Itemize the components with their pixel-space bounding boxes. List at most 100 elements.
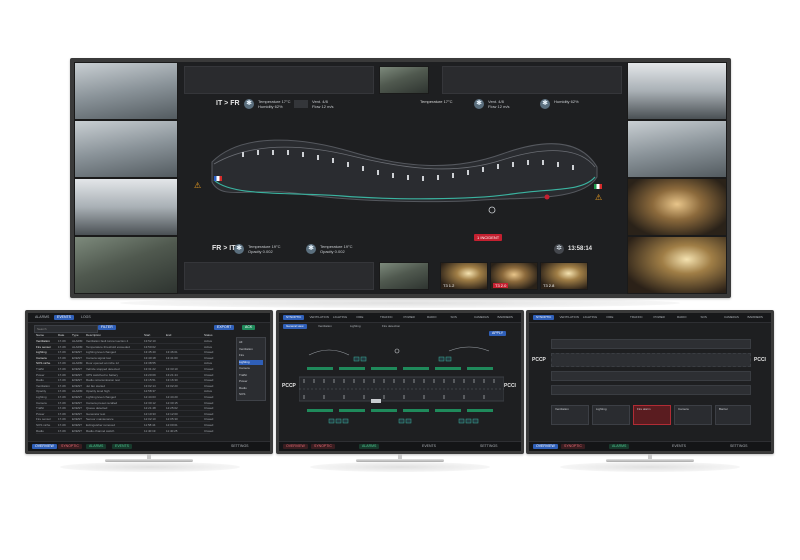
tab-fire[interactable]: FIRE [354,315,367,320]
tab-synoptic[interactable]: SYNOPTIC [283,315,305,320]
bottom-button-alarms[interactable]: ALARMS [86,444,107,449]
dropdown-item[interactable]: Fire [239,353,263,358]
tab-sos[interactable]: SOS [448,315,460,320]
camera-feed[interactable] [379,66,429,94]
table-row[interactable]: Traffic 17-09 EVENT Vehicle stopped detecte… [36,367,213,372]
column-header[interactable]: Name [36,333,44,337]
sub-tab[interactable]: Fire detection [379,324,403,329]
sub-tab[interactable]: Ventilation [315,324,335,329]
bottom-button-settings[interactable]: SETTINGS [477,444,501,449]
dropdown-item[interactable]: All [239,340,263,345]
table-row[interactable]: SOS niche 17-09 ALARM Door opened at niche … [36,361,212,367]
camera-feed[interactable] [627,236,727,294]
tunnel-lane[interactable] [551,339,751,349]
table-row[interactable]: Radio 17-09 EVENT Radio channel switch 11:40… [36,429,213,434]
table-row[interactable]: Camera 17-09 EVENT Camera signal lost 13:40:… [36,356,213,361]
bottom-button-settings[interactable]: SETTINGS [727,444,751,449]
equipment-synoptic[interactable] [299,337,504,437]
camera-feed[interactable] [74,62,178,120]
dropdown-item[interactable]: Lighting [239,359,263,365]
tab-power[interactable]: POWER [651,315,668,320]
column-header[interactable]: Description [86,333,101,337]
tunnel-synoptic[interactable] [182,122,622,232]
bottom-button-synoptic[interactable]: SYNOPTIC [561,444,585,449]
tunnel-lane[interactable] [551,371,751,381]
tab-ventilation[interactable]: VENTILATION [307,315,332,320]
camera-feed[interactable] [627,120,727,178]
table-row[interactable]: Fire sensor 17-09 EVENT Sensor maintenance 1… [36,417,213,423]
column-header[interactable]: Start [144,333,150,337]
tab-traffic[interactable]: TRAFFIC [377,315,396,320]
column-header[interactable]: Date [58,333,64,337]
tab-lighting[interactable]: LIGHTING [580,315,600,320]
camera-feed[interactable] [627,62,727,120]
camera-feed[interactable] [74,178,178,236]
filter-dropdown[interactable]: All Ventilation Fire Lighting Camera Traffic P… [236,337,266,401]
dropdown-item[interactable]: SOS [239,392,263,397]
table-row[interactable]: SOS niche 17-09 EVENT Extinguisher removed 1… [36,423,213,428]
camera-feed[interactable] [74,120,178,178]
dropdown-item[interactable]: Power [239,379,263,384]
table-row[interactable]: Fire sensor 17-09 ALARM Temperature thresho… [36,345,212,350]
table-row[interactable]: Power 17-09 EVENT Generator test 12:10:33 12:… [36,412,213,417]
apply-button[interactable]: APPLY [489,331,507,336]
equipment-cell[interactable]: Camera [674,405,712,425]
tab-cameras[interactable]: CAMERAS [471,315,492,320]
search-input[interactable]: Search [34,325,98,333]
table-row[interactable]: Traffic 17-09 EVENT Queue detected 12:21:48 1… [36,406,213,412]
tunnel-lane[interactable] [551,385,751,395]
column-header[interactable]: Type [72,333,79,337]
tab-alarms[interactable]: ALARMS [32,315,52,320]
tab-sos[interactable]: SOS [698,315,710,320]
tab-lighting[interactable]: LIGHTING [330,315,350,320]
dropdown-item[interactable]: Traffic [239,373,263,378]
filter-button[interactable]: FILTER [98,325,116,330]
bottom-button-overview[interactable]: OVERVIEW [283,444,308,449]
dropdown-item[interactable]: Radio [239,386,263,391]
camera-feed[interactable]: T3 2.8 [540,262,588,290]
dropdown-item[interactable]: Camera [239,366,263,371]
table-row[interactable]: Ventilation 17-09 EVENT Jet fan started 13:0… [36,384,213,389]
camera-feed[interactable] [379,262,429,290]
ack-button[interactable]: ACK [242,325,256,330]
bottom-button-alarms[interactable]: ALARMS [359,444,380,449]
tab-traffic[interactable]: TRAFFIC [627,315,646,320]
table-row[interactable]: Power 17-09 EVENT UPS switched to battery 13… [36,373,213,378]
bottom-button-events[interactable]: EVENTS [112,444,133,449]
tab-barriers[interactable]: BARRIERS [495,315,516,320]
bottom-button-events[interactable]: EVENTS [669,444,689,449]
tab-radio[interactable]: RADIO [424,315,440,320]
camera-feed[interactable] [627,178,727,236]
tab-power[interactable]: POWER [401,315,418,320]
sub-tab[interactable]: General view [283,324,307,329]
tab-synoptic[interactable]: SYNOPTIC [533,315,555,320]
table-row[interactable]: Camera 17-09 EVENT Camera preset recalled 12… [36,401,213,406]
column-header[interactable]: Status [204,333,213,337]
column-header[interactable]: End [166,333,171,337]
bottom-button-synoptic[interactable]: SYNOPTIC [311,444,335,449]
equipment-cell[interactable]: Barrier [715,405,751,425]
table-row[interactable]: Opacity 17-09 ALARM Opacity level high 12:58… [36,389,212,395]
bottom-button-settings[interactable]: SETTINGS [228,444,252,449]
sub-tab[interactable]: Lighting [347,324,364,329]
bottom-button-overview[interactable]: OVERVIEW [533,444,558,449]
tunnel-lane[interactable] [551,353,751,367]
tab-logs[interactable]: LOGS [78,315,94,320]
table-row[interactable]: Radio 17-09 EVENT Radio retransmission test… [36,378,213,384]
camera-feed[interactable] [74,236,178,294]
tab-events[interactable]: EVENTS [54,315,75,320]
equipment-cell[interactable]: Fire alarm [633,405,671,425]
camera-feed[interactable]: T3 2.0 [490,262,538,290]
tab-ventilation[interactable]: VENTILATION [557,315,582,320]
camera-feed[interactable]: T3 1.2 [440,262,488,290]
bottom-button-overview[interactable]: OVERVIEW [32,444,57,449]
table-row[interactable]: Lighting 17-09 EVENT Lighting level changed… [36,395,213,400]
bottom-button-synoptic[interactable]: SYNOPTIC [58,444,82,449]
table-row[interactable]: Ventilation 17-09 ALARM Ventilation fault t… [36,339,212,344]
tab-radio[interactable]: RADIO [674,315,690,320]
export-button[interactable]: EXPORT [214,325,235,330]
tab-barriers[interactable]: BARRIERS [745,315,766,320]
dropdown-item[interactable]: Ventilation [239,347,263,352]
bottom-button-events[interactable]: EVENTS [419,444,439,449]
table-row[interactable]: Lighting 17-09 EVENT Lighting level changed… [36,350,213,356]
